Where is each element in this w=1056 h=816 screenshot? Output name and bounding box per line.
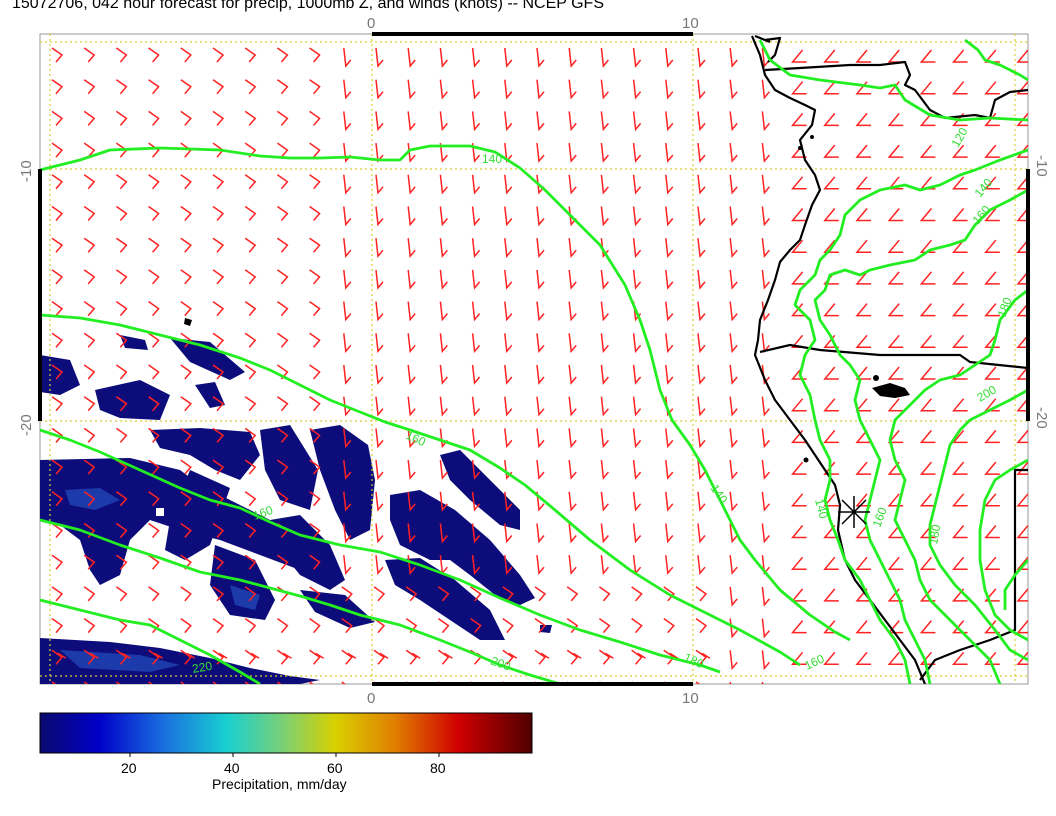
colorbar-tick-label: 60 [327,760,343,776]
wind-barb [962,683,964,684]
wind-barb [930,683,932,684]
wind-barb [994,683,996,684]
colorbar-label: Precipitation, mm/day [212,776,347,792]
wind-barb [801,683,803,684]
wind-barb [898,683,900,684]
wind-barb [761,681,764,684]
top-tick-10: 10 [682,15,699,32]
wind-barb [1027,683,1028,684]
right-tick-minus10: -10 [1033,155,1050,177]
forecast-map: 140 120 140 160 180 160 200 140 160 180 … [18,15,1050,792]
colorbar-tick-label: 80 [430,760,446,776]
colorbar-ticks [129,753,440,757]
location-marker [838,496,870,528]
left-tick-minus10: -10 [18,160,35,182]
right-tick-minus20: -20 [1033,407,1050,429]
colorbar-tick-label: 40 [224,760,240,776]
colorbar-tick-label: 20 [121,760,137,776]
top-tick-0: 0 [367,15,375,32]
wind-barb [866,683,867,684]
contour-label: 140 [482,152,502,166]
bottom-tick-0: 0 [367,690,375,707]
wind-barb [729,681,732,684]
bottom-tick-10: 10 [682,690,699,707]
colorbar [39,712,533,754]
wind-barb [833,683,835,684]
left-tick-minus20: -20 [18,414,35,436]
